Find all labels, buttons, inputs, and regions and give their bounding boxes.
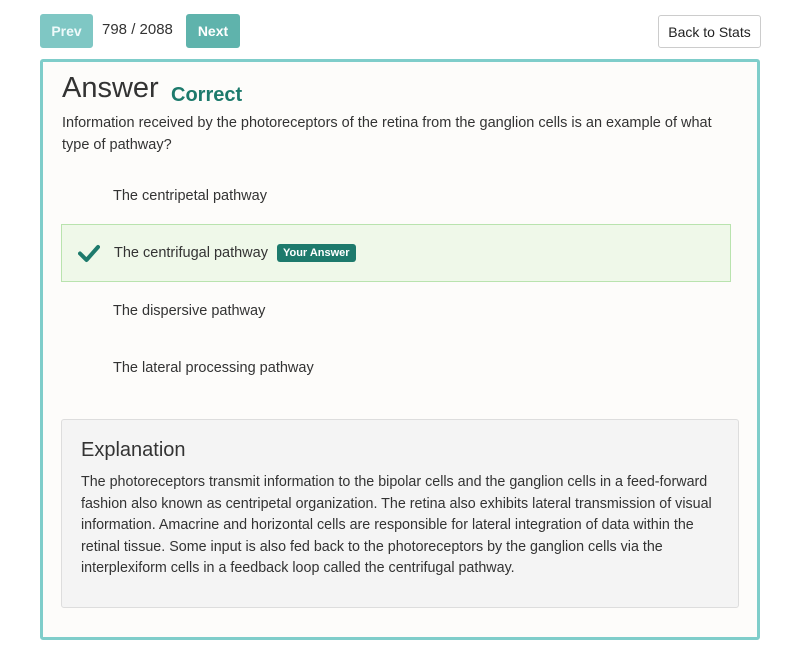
answer-option-label: The lateral processing pathway <box>113 360 314 376</box>
explanation-heading: Explanation <box>81 439 186 461</box>
explanation-panel: Explanation The photoreceptors transmit … <box>61 419 739 608</box>
answer-option-label: The centrifugal pathway Your Answer <box>114 244 356 262</box>
question-navigation: Prev 798 / 2088 Next Back to Stats <box>0 0 800 58</box>
answer-option: The lateral processing pathway <box>61 339 731 397</box>
answer-option-text: The centrifugal pathway <box>114 245 268 261</box>
check-icon <box>78 245 100 262</box>
question-text: Information received by the photorecepto… <box>62 115 712 153</box>
back-to-stats-button[interactable]: Back to Stats <box>658 15 761 48</box>
explanation-text: The photoreceptors transmit information … <box>81 474 712 576</box>
answer-option: The dispersive pathway <box>61 282 731 340</box>
answer-option-label: The dispersive pathway <box>113 303 266 319</box>
answer-option-label: The centripetal pathway <box>113 188 267 204</box>
next-button[interactable]: Next <box>186 14 240 48</box>
question-counter: 798 / 2088 <box>102 21 173 38</box>
answer-option: The centripetal pathway <box>61 167 731 225</box>
prev-button[interactable]: Prev <box>40 14 93 48</box>
answer-option-selected: The centrifugal pathway Your Answer <box>61 224 731 282</box>
answer-heading: Answer <box>62 72 159 104</box>
answer-card: Answer Correct Information received by t… <box>40 59 760 640</box>
your-answer-badge: Your Answer <box>276 244 356 262</box>
result-status: Correct <box>171 84 243 106</box>
